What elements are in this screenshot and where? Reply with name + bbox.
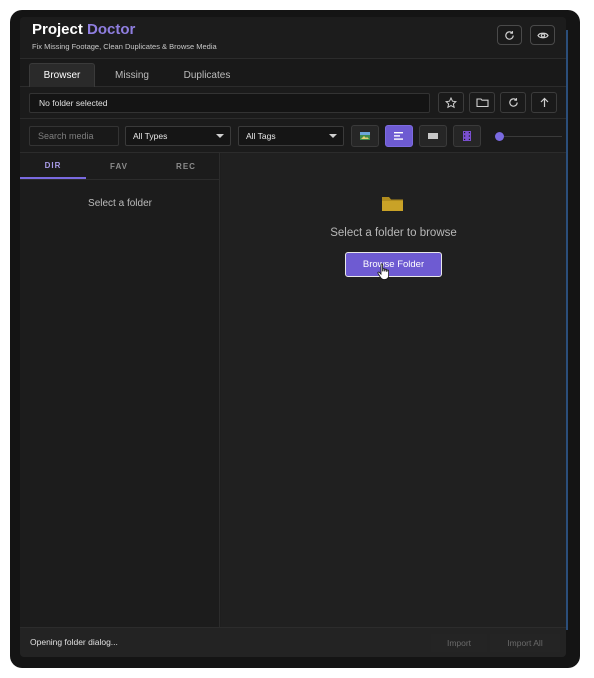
view-film-button[interactable] bbox=[453, 125, 481, 147]
parent-folder-button[interactable] bbox=[531, 92, 557, 113]
settings-eye-icon bbox=[536, 32, 549, 38]
sidebar-tabs: DIR FAV REC bbox=[20, 153, 220, 180]
search-input[interactable] bbox=[29, 126, 119, 146]
view-thumbnail-button[interactable] bbox=[351, 125, 379, 147]
media-browser-area: Select a folder to browse Browse Folder bbox=[221, 153, 566, 627]
view-grid-button[interactable] bbox=[419, 125, 447, 147]
app-title-accent: Doctor bbox=[87, 21, 136, 38]
main-tabs: Browser Missing Duplicates bbox=[20, 59, 566, 87]
filter-toolbar: All Types All Tags bbox=[20, 119, 566, 153]
panel-header: Project Doctor Fix Missing Footage, Clea… bbox=[20, 17, 566, 59]
app-subtitle: Fix Missing Footage, Clean Duplicates & … bbox=[32, 42, 217, 51]
sidebar-tab-rec[interactable]: REC bbox=[153, 153, 219, 179]
sidebar-tab-fav[interactable]: FAV bbox=[86, 153, 152, 179]
favorite-folder-button[interactable] bbox=[438, 92, 464, 113]
current-folder-path[interactable]: No folder selected bbox=[29, 93, 430, 113]
type-filter-value: All Types bbox=[133, 131, 168, 141]
sidebar-tab-dir[interactable]: DIR bbox=[20, 153, 86, 179]
grid-icon bbox=[428, 133, 438, 139]
sidebar-empty-message: Select a folder bbox=[88, 198, 152, 209]
status-bar: Opening folder dialog... Import Import A… bbox=[20, 627, 566, 657]
path-toolbar: No folder selected bbox=[20, 87, 566, 119]
refresh-icon bbox=[508, 98, 518, 107]
window-edge-highlight bbox=[566, 30, 568, 630]
tab-duplicates[interactable]: Duplicates bbox=[170, 63, 244, 87]
star-icon bbox=[445, 96, 457, 108]
folder-open-icon bbox=[475, 98, 489, 108]
tag-filter-select[interactable]: All Tags bbox=[238, 126, 344, 146]
refresh-folder-button[interactable] bbox=[500, 92, 526, 113]
zoom-slider-track[interactable] bbox=[504, 136, 562, 137]
type-filter-select[interactable]: All Types bbox=[125, 126, 231, 146]
image-icon bbox=[360, 132, 370, 140]
import-all-button[interactable]: Import All bbox=[490, 634, 560, 652]
hand-cursor-icon bbox=[377, 263, 389, 280]
refresh-icon bbox=[505, 30, 514, 40]
folder-icon bbox=[382, 197, 403, 211]
zoom-slider-handle[interactable] bbox=[495, 132, 504, 141]
header-refresh-button[interactable] bbox=[497, 25, 522, 45]
tab-missing[interactable]: Missing bbox=[100, 63, 164, 87]
project-doctor-panel: Project Doctor Fix Missing Footage, Clea… bbox=[20, 17, 566, 657]
empty-state-message: Select a folder to browse bbox=[330, 227, 457, 239]
chevron-down-icon bbox=[329, 134, 337, 138]
arrow-up-icon bbox=[540, 97, 548, 107]
list-icon bbox=[394, 132, 403, 140]
header-settings-button[interactable] bbox=[530, 25, 555, 45]
chevron-down-icon bbox=[216, 134, 224, 138]
app-title: Project Doctor bbox=[32, 21, 135, 38]
import-button[interactable]: Import bbox=[431, 634, 487, 652]
app-title-main: Project bbox=[32, 21, 83, 38]
browse-folder-button[interactable]: Browse Folder bbox=[345, 252, 442, 277]
film-icon bbox=[463, 131, 471, 141]
tab-browser[interactable]: Browser bbox=[29, 63, 95, 87]
view-list-button[interactable] bbox=[385, 125, 413, 147]
folder-sidebar: DIR FAV REC Select a folder bbox=[20, 153, 220, 627]
tag-filter-value: All Tags bbox=[246, 131, 276, 141]
open-folder-button[interactable] bbox=[469, 92, 495, 113]
status-text: Opening folder dialog... bbox=[30, 637, 118, 647]
